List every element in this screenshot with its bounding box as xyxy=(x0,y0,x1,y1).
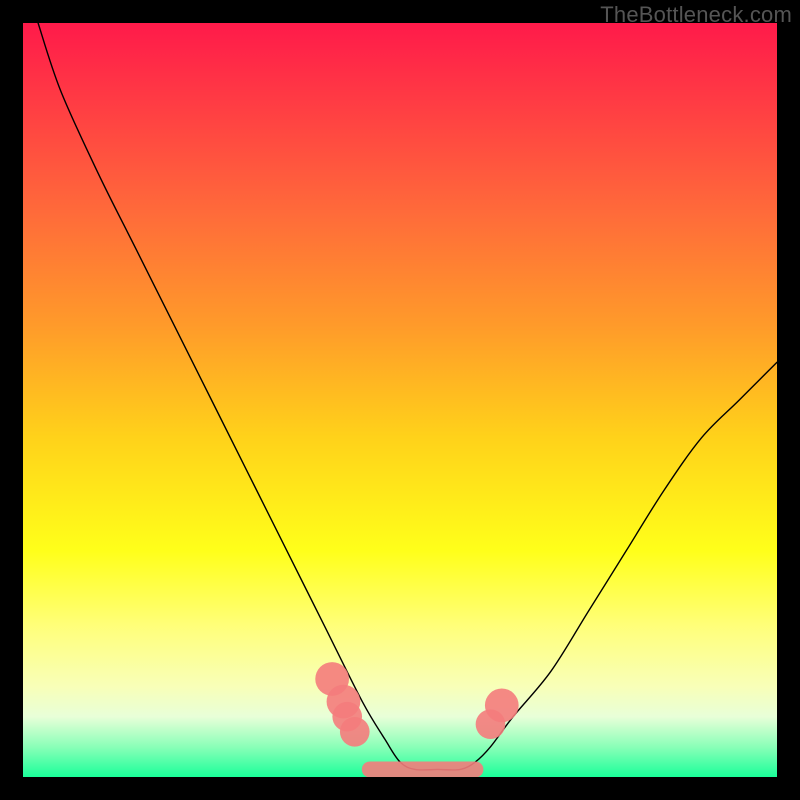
bottleneck-curve xyxy=(38,23,777,770)
chart-svg xyxy=(23,23,777,777)
chart-frame: TheBottleneck.com xyxy=(0,0,800,800)
curve-marker xyxy=(485,689,519,723)
watermark-text: TheBottleneck.com xyxy=(600,2,792,28)
curve-markers xyxy=(315,662,518,746)
curve-marker xyxy=(340,717,370,747)
plot-area xyxy=(23,23,777,777)
